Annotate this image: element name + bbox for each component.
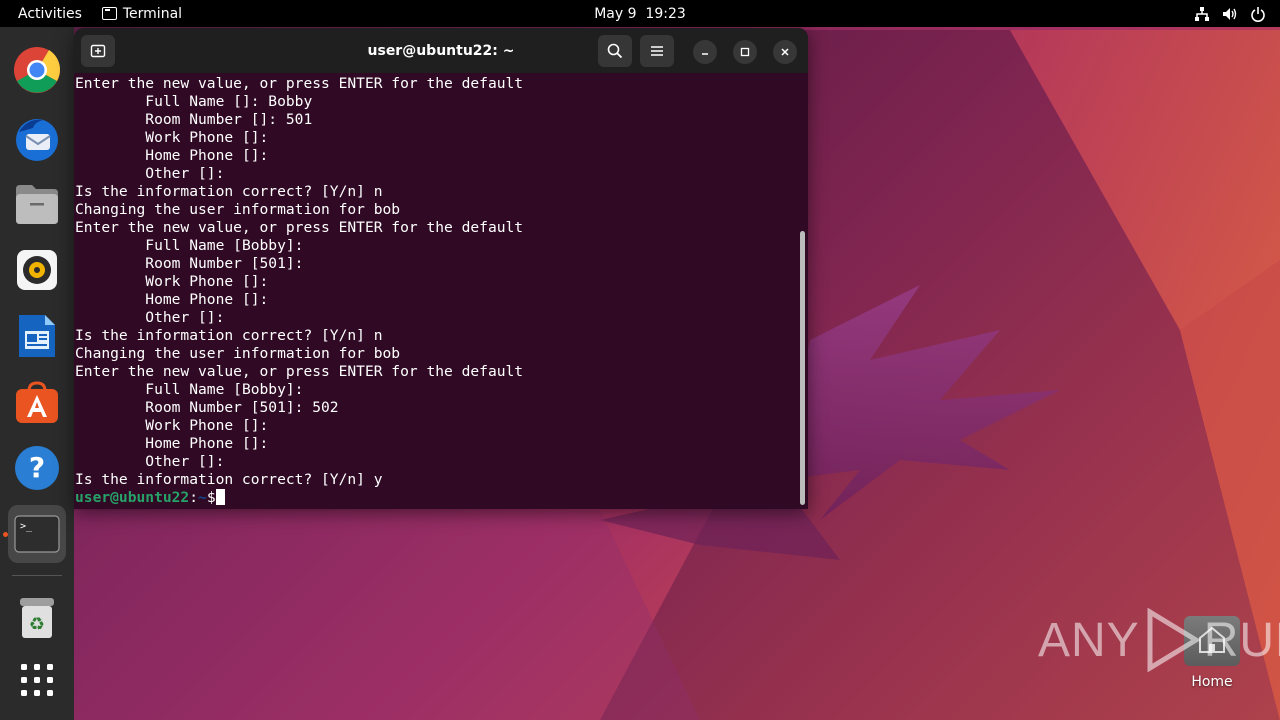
activities-button[interactable]: Activities: [18, 6, 82, 22]
prompt-user: user@ubuntu22: [75, 489, 190, 506]
clock[interactable]: May 9 19:23: [594, 6, 686, 22]
prompt-symbol: $: [206, 489, 216, 506]
terminal-line: Is the information correct? [Y/n] n: [75, 183, 383, 200]
watermark-text-right: RUN: [1203, 613, 1280, 667]
dock-thunderbird[interactable]: [8, 109, 66, 167]
time-label: 19:23: [645, 5, 686, 22]
dock-trash[interactable]: ♻: [8, 589, 66, 647]
terminal-line: Room Number [501]:: [75, 255, 304, 272]
terminal-output[interactable]: Enter the new value, or press ENTER for …: [75, 75, 794, 509]
writer-icon: [19, 315, 55, 357]
chrome-icon: [14, 47, 61, 93]
system-menu[interactable]: [1194, 0, 1266, 27]
terminal-line: Room Number [501]: 502: [75, 399, 339, 416]
power-icon: [1251, 6, 1265, 22]
dock-help[interactable]: ?: [8, 439, 66, 497]
app-grid-icon: [21, 664, 53, 696]
play-logo-icon: [1147, 608, 1201, 672]
terminal-line: Home Phone []:: [75, 291, 269, 308]
terminal-window[interactable]: user@ubuntu22: ~ Enter the new value, or…: [74, 28, 808, 509]
close-button[interactable]: [773, 40, 797, 64]
maximize-button[interactable]: [733, 40, 757, 64]
dock-libreoffice-writer[interactable]: [8, 307, 66, 365]
terminal-line: Enter the new value, or press ENTER for …: [75, 219, 524, 236]
terminal-line: Home Phone []:: [75, 435, 269, 452]
hamburger-menu-icon: [651, 46, 663, 56]
terminal-line: Other []:: [75, 309, 225, 326]
thunderbird-icon: [16, 119, 58, 161]
terminal-app-icon: >_: [14, 515, 60, 553]
minimize-button[interactable]: [693, 40, 717, 64]
network-icon: [1195, 6, 1209, 21]
terminal-line: Enter the new value, or press ENTER for …: [75, 363, 524, 380]
minimize-icon: [702, 53, 708, 55]
dock-rhythmbox[interactable]: [8, 241, 66, 299]
search-icon: [607, 43, 623, 59]
svg-text:♻: ♻: [29, 614, 45, 635]
terminal-prompt-line[interactable]: user@ubuntu22:~$: [75, 489, 794, 507]
svg-text:?: ?: [29, 451, 45, 484]
dock-chrome[interactable]: [8, 41, 66, 99]
dock-files[interactable]: [8, 175, 66, 233]
help-icon: ?: [15, 446, 59, 490]
terminal-line: Full Name [Bobby]:: [75, 237, 304, 254]
terminal-line: Other []:: [75, 453, 225, 470]
files-icon: [16, 185, 58, 224]
terminal-line: Is the information correct? [Y/n] n: [75, 327, 383, 344]
terminal-line: Other []:: [75, 165, 225, 182]
anyrun-watermark: ANY RUN: [1038, 605, 1280, 675]
watermark-text-left: ANY: [1038, 613, 1140, 667]
top-bar: Activities Terminal May 9 19:23: [0, 0, 1280, 27]
trash-icon: ♻: [20, 598, 54, 638]
search-button[interactable]: [598, 35, 632, 67]
terminal-line: Full Name []: Bobby: [75, 93, 313, 110]
app-menu[interactable]: Terminal: [101, 5, 183, 22]
terminal-line: Work Phone []:: [75, 129, 269, 146]
terminal-line: Changing the user information for bob: [75, 201, 401, 218]
terminal-line: Full Name [Bobby]:: [75, 381, 304, 398]
rhythmbox-icon: [17, 250, 57, 290]
prompt-path: ~: [198, 489, 207, 506]
software-store-icon: [16, 381, 58, 423]
menu-button[interactable]: [640, 35, 674, 67]
terminal-line: Home Phone []:: [75, 147, 269, 164]
dock: ? >_ ♻: [0, 27, 74, 720]
dock-separator: [12, 575, 62, 576]
dock-terminal[interactable]: >_: [8, 505, 66, 563]
close-icon: [781, 48, 789, 56]
terminal-icon: [101, 7, 117, 20]
app-menu-label: Terminal: [122, 5, 183, 22]
terminal-line: Work Phone []:: [75, 417, 269, 434]
dock-ubuntu-software[interactable]: [8, 373, 66, 431]
terminal-scrollbar[interactable]: [800, 231, 805, 505]
date-label: May 9: [594, 5, 637, 22]
terminal-line: Room Number []: 501: [75, 111, 313, 128]
dock-show-applications[interactable]: [8, 651, 66, 709]
volume-icon: [1223, 7, 1237, 20]
terminal-line: Enter the new value, or press ENTER for …: [75, 75, 524, 92]
terminal-titlebar[interactable]: user@ubuntu22: ~: [74, 28, 808, 73]
home-label: Home: [1191, 674, 1233, 690]
svg-text:>_: >_: [20, 521, 33, 532]
text-cursor: [215, 489, 225, 505]
maximize-icon: [740, 47, 750, 57]
prompt-separator: :: [189, 489, 199, 506]
terminal-line: Changing the user information for bob: [75, 345, 401, 362]
terminal-line: Work Phone []:: [75, 273, 269, 290]
terminal-line: Is the information correct? [Y/n] y: [75, 471, 383, 488]
